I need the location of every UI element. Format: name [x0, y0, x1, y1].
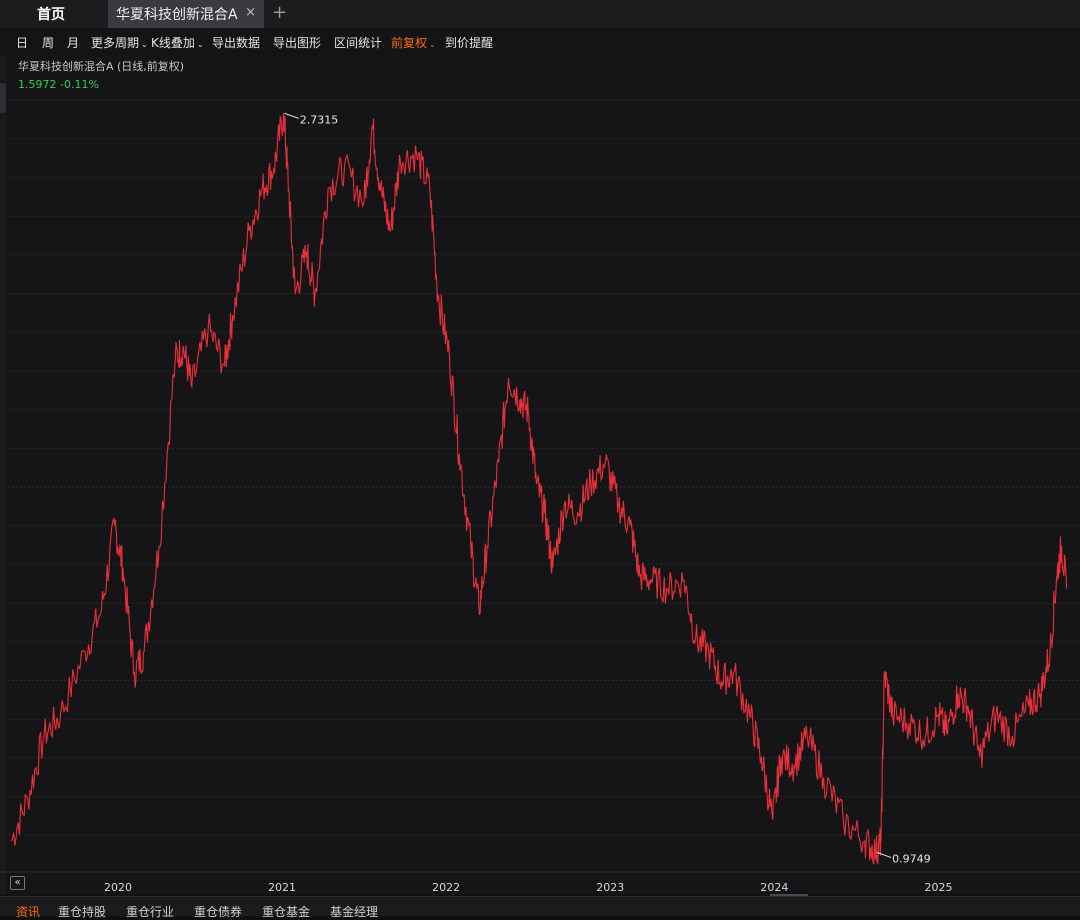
annotation-label: 2.7315 [300, 113, 339, 126]
annotation-label: 0.9749 [892, 853, 931, 866]
x-tick-label: 2024 [760, 881, 788, 894]
x-tick-label: 2023 [596, 881, 624, 894]
bottom-tab-top-bonds[interactable]: 重仓债券 [194, 903, 242, 920]
x-tick-label: 2022 [432, 881, 460, 894]
annotation-arrow [876, 852, 892, 858]
x-tick-label: 2020 [104, 881, 132, 894]
x-tick-label: 2021 [268, 881, 296, 894]
collapse-icon[interactable]: « [10, 876, 25, 890]
bottom-tab-top-industries[interactable]: 重仓行业 [126, 903, 174, 920]
bottom-tab-top-funds[interactable]: 重仓基金 [262, 903, 310, 920]
price-series-line [10, 112, 1068, 865]
price-line-chart: 2020 2021 2022 2023 2024 2025 2.7315 0.9749 [0, 99, 1080, 894]
bottom-tab-top-holdings[interactable]: 重仓持股 [58, 903, 106, 920]
annotation-arrow [284, 112, 299, 119]
bottom-tab-news[interactable]: 资讯 [16, 903, 40, 920]
bottom-tab-fund-manager[interactable]: 基金经理 [330, 903, 378, 920]
x-tick-label: 2025 [925, 881, 953, 894]
bottom-tab-bar: 资讯 重仓持股 重仓行业 重仓债券 重仓基金 基金经理 [0, 896, 1080, 919]
